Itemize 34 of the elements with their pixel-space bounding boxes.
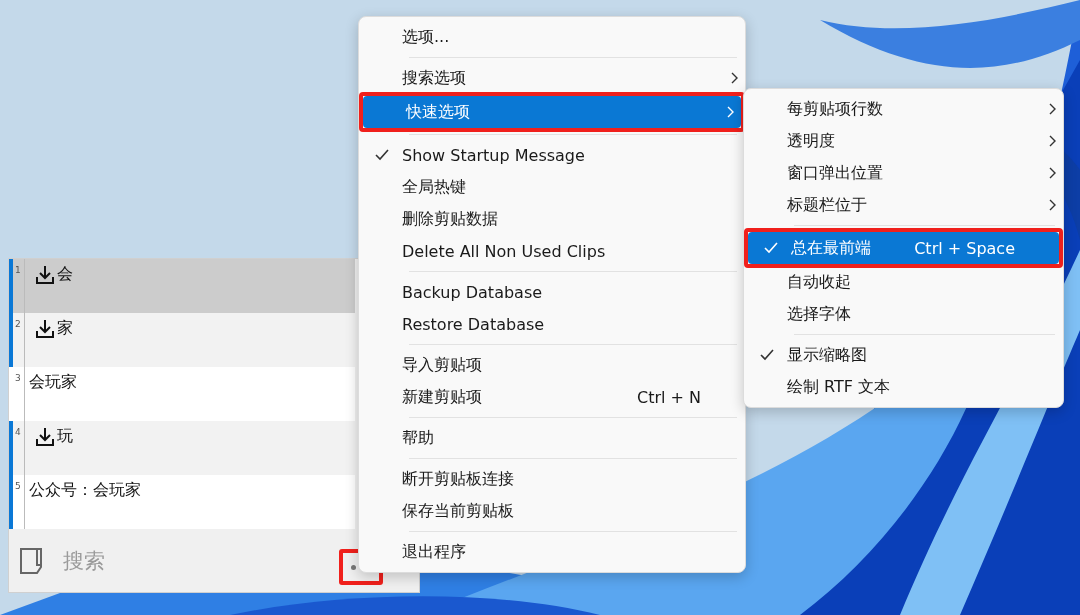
clip-text: 公众号：会玩家 (29, 480, 141, 501)
menu-item[interactable]: 删除剪贴数据 (359, 203, 745, 235)
menu-item[interactable]: 新建剪贴项 Ctrl + N (359, 381, 745, 413)
menu-item[interactable]: 退出程序 (359, 536, 745, 568)
menu-item[interactable]: 帮助 (359, 422, 745, 454)
row-number: 5 (13, 475, 25, 529)
menu-item[interactable]: 保存当前剪贴板 (359, 495, 745, 527)
clip-text: 家 (57, 318, 73, 339)
clip-text: 玩 (57, 426, 73, 447)
menu-item[interactable]: 导入剪贴项 (359, 349, 745, 381)
clip-row[interactable]: 3 会玩家 (9, 367, 355, 421)
menu-item[interactable]: 每剪贴项行数 (744, 93, 1063, 125)
menu-item[interactable]: 绘制 RTF 文本 (744, 371, 1063, 403)
menu-item[interactable]: Backup Database (359, 276, 745, 308)
menu-item[interactable]: 快速选项 (363, 96, 741, 128)
menu-item[interactable]: 标题栏位于 (744, 189, 1063, 221)
menu-item[interactable]: 透明度 (744, 125, 1063, 157)
menu-item[interactable]: 搜索选项 (359, 62, 745, 94)
clip-row[interactable]: 5 公众号：会玩家 (9, 475, 355, 529)
clip-text: 会玩家 (29, 372, 77, 393)
menu-item[interactable]: 总在最前端 Ctrl + Space (748, 232, 1059, 264)
menu-item[interactable]: 选择字体 (744, 298, 1063, 330)
clip-text: 会 (57, 264, 73, 285)
menu-item[interactable]: Show Startup Message (359, 139, 745, 171)
menu-item[interactable]: Delete All Non Used Clips (359, 235, 745, 267)
menu-item[interactable]: Restore Database (359, 308, 745, 340)
menu-item[interactable]: 自动收起 (744, 266, 1063, 298)
menu-item[interactable]: 断开剪贴板连接 (359, 463, 745, 495)
menu-item[interactable]: 窗口弹出位置 (744, 157, 1063, 189)
menu-item[interactable]: 选项... (359, 21, 745, 53)
menu-item[interactable]: 显示缩略图 (744, 339, 1063, 371)
menu-item[interactable]: 全局热键 (359, 171, 745, 203)
search-field[interactable]: 搜索 (61, 547, 265, 574)
clip-row[interactable]: 1 会 (9, 259, 355, 313)
